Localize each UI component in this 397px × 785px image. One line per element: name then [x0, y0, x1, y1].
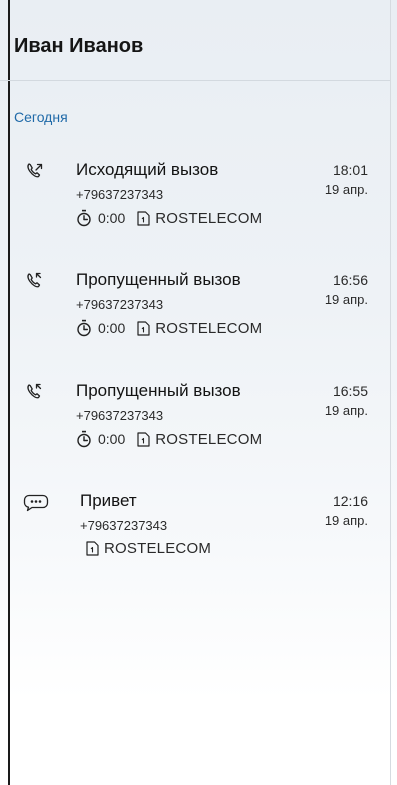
- contact-header: Иван Иванов: [0, 0, 390, 81]
- stopwatch-icon: [77, 209, 91, 227]
- stopwatch-icon: [77, 319, 91, 337]
- sim-card-icon: [137, 320, 150, 336]
- outgoing-call-icon: [24, 160, 46, 182]
- item-date: 19 апр.: [324, 292, 368, 307]
- item-meta: 0:00 ROSTELECOM: [76, 319, 262, 337]
- history-item-message[interactable]: Привет 12:16 19 апр. +79637237343 ROSTEL…: [0, 491, 390, 581]
- item-time: 16:55: [332, 383, 368, 399]
- sim-card-icon: [137, 210, 150, 226]
- message-bubble-icon: [23, 494, 49, 516]
- history-item-missed-call[interactable]: Пропущенный вызов 16:55 19 апр. +7963723…: [0, 381, 390, 471]
- item-title: Привет: [80, 491, 137, 510]
- item-phone: +79637237343: [80, 518, 168, 533]
- sim-operator: ROSTELECOM: [155, 430, 263, 448]
- item-title: Пропущенный вызов: [76, 270, 241, 289]
- right-divider: [390, 0, 391, 785]
- section-today-label: Сегодня: [14, 109, 68, 125]
- sim-card-icon: [86, 541, 99, 556]
- history-item-outgoing-call[interactable]: Исходящий вызов 18:01 19 апр. +796372373…: [0, 160, 390, 250]
- missed-call-icon: [24, 270, 46, 292]
- sim-operator: ROSTELECOM: [104, 540, 212, 557]
- sim-operator: ROSTELECOM: [155, 209, 263, 227]
- item-meta: ROSTELECOM: [86, 540, 211, 557]
- sim-card-icon: [137, 431, 150, 447]
- contact-name: Иван Иванов: [14, 35, 144, 57]
- item-title: Пропущенный вызов: [76, 381, 241, 400]
- item-date: 19 апр.: [324, 182, 368, 197]
- call-duration: 0:00: [98, 431, 126, 447]
- item-meta: 0:00 ROSTELECOM: [76, 209, 262, 227]
- item-meta: 0:00 ROSTELECOM: [76, 430, 262, 448]
- item-time: 16:56: [332, 272, 368, 288]
- item-title: Исходящий вызов: [76, 160, 219, 179]
- history-item-missed-call[interactable]: Пропущенный вызов 16:56 19 апр. +7963723…: [0, 270, 390, 360]
- missed-call-icon: [24, 381, 46, 403]
- item-phone: +79637237343: [76, 187, 164, 202]
- call-duration: 0:00: [98, 320, 126, 336]
- item-date: 19 апр.: [324, 513, 368, 528]
- item-date: 19 апр.: [324, 403, 368, 418]
- item-phone: +79637237343: [76, 297, 164, 312]
- call-duration: 0:00: [98, 210, 126, 226]
- item-time: 12:16: [332, 493, 368, 509]
- call-history-screen: Иван Иванов Сегодня Исходящий вызов 18:0…: [0, 0, 397, 785]
- sim-operator: ROSTELECOM: [155, 319, 263, 337]
- stopwatch-icon: [77, 430, 91, 448]
- item-phone: +79637237343: [76, 408, 164, 423]
- item-time: 18:01: [332, 162, 368, 178]
